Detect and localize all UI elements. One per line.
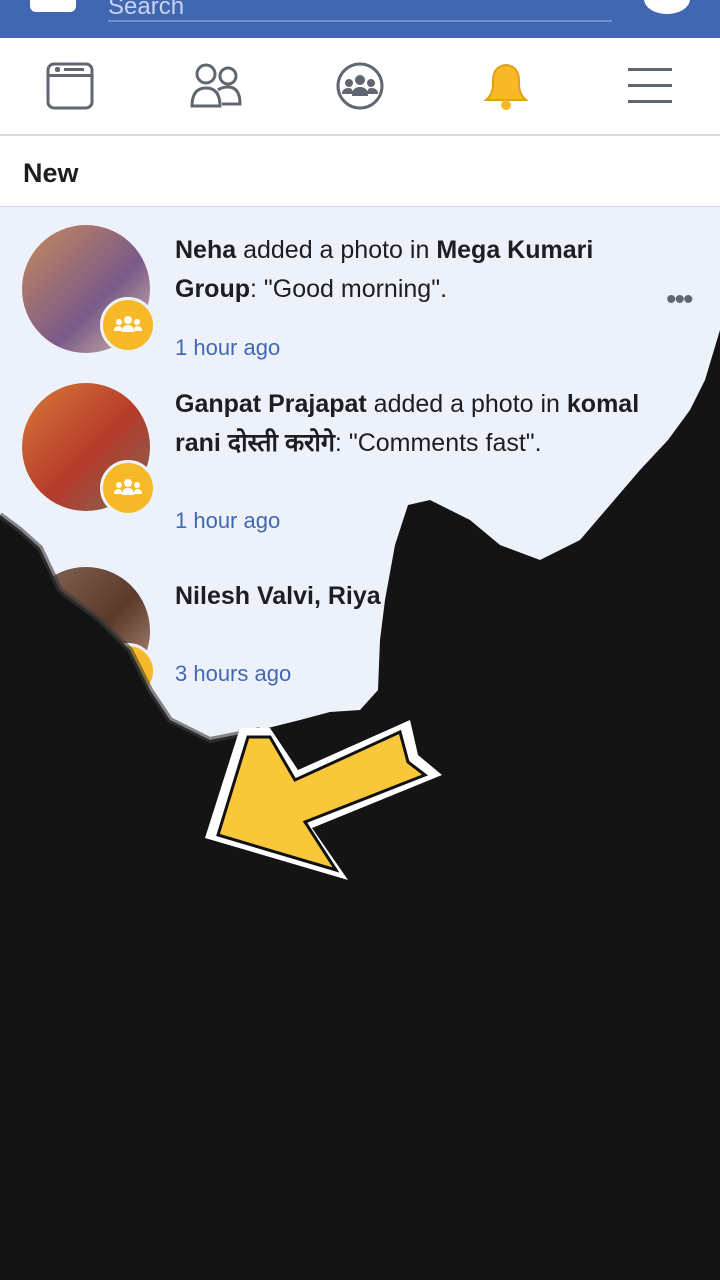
messenger-icon[interactable] <box>644 0 690 14</box>
notification-list: Neha added a photo in Mega Kumari Group:… <box>0 207 720 1280</box>
notification-text: Ganpat Prajapat added a photo in komal r… <box>175 390 640 457</box>
menu-icon <box>628 68 672 103</box>
tab-friends[interactable] <box>188 60 242 112</box>
notification-time: 1 hour ago <box>175 335 281 360</box>
tab-notifications[interactable] <box>480 60 532 112</box>
tab-groups[interactable] <box>334 60 386 112</box>
notification-time: 1 hour ago <box>175 508 281 533</box>
section-title: New <box>23 158 79 188</box>
notification-text: It's Kont T <box>175 740 291 768</box>
news-feed-icon <box>46 62 94 110</box>
group-badge-icon <box>100 460 156 516</box>
tab-bar <box>0 38 720 136</box>
notification-text: Nilesh Valvi, Riya posted in राधा. <box>175 582 542 610</box>
search-input[interactable]: Search <box>108 0 612 22</box>
notification-item[interactable]: Ganpat Prajapat added a photo in komal r… <box>0 383 720 543</box>
notification-item[interactable]: Neha added a photo in Mega Kumari Group:… <box>0 225 720 365</box>
section-header: New <box>0 136 720 207</box>
friends-icon <box>190 63 242 108</box>
bell-icon <box>483 63 529 110</box>
notification-text: Neha added a photo in Mega Kumari Group:… <box>175 236 594 303</box>
tab-news-feed[interactable] <box>44 60 96 112</box>
tab-menu[interactable] <box>624 60 676 112</box>
group-badge-icon <box>100 297 156 353</box>
top-bar: Search <box>0 0 720 38</box>
notification-item[interactable]: Nilesh Valvi, Riya posted in राधा. 3 hou… <box>0 567 720 699</box>
groups-icon <box>336 62 384 110</box>
group-badge-icon <box>100 643 156 699</box>
camera-icon[interactable] <box>30 0 76 12</box>
notification-item[interactable]: It's Kont T <box>0 735 720 835</box>
more-options-icon[interactable]: ••• <box>666 283 693 317</box>
notification-time: 3 hours ago <box>175 661 292 686</box>
